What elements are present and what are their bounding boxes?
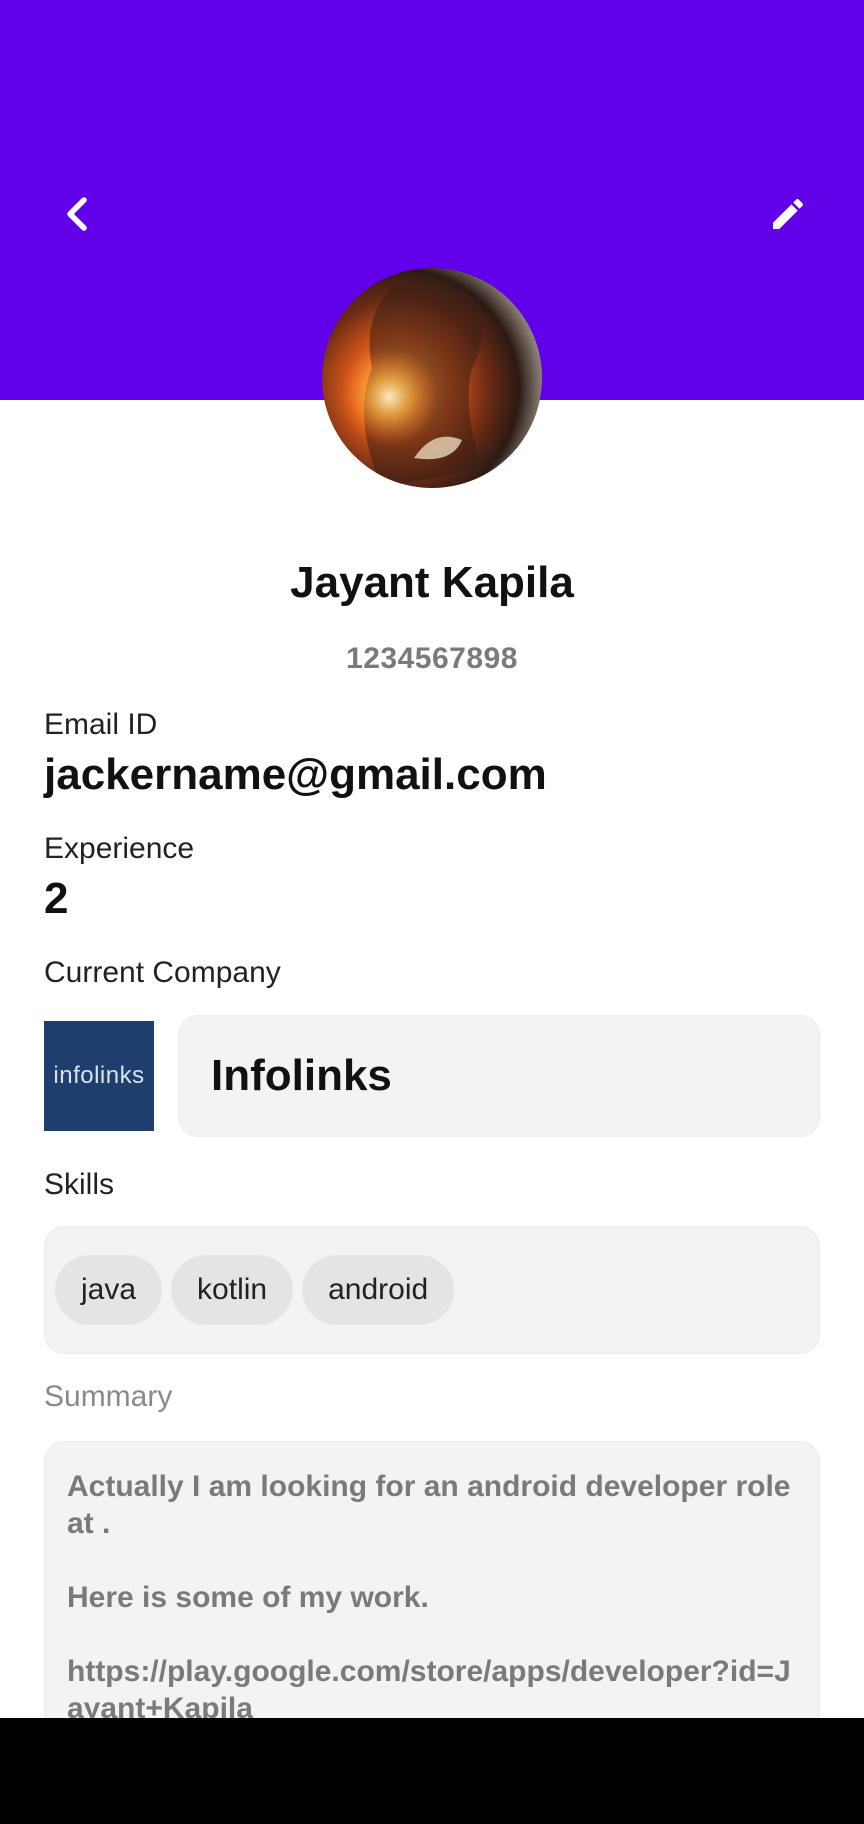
experience-value: 2	[44, 874, 69, 923]
back-button[interactable]	[52, 188, 104, 240]
profile-phone: 1234567898	[346, 642, 518, 675]
avatar-image	[336, 280, 482, 488]
experience-label: Experience	[44, 832, 195, 865]
email-value: jackername@gmail.com	[44, 750, 547, 799]
skill-chip-label: kotlin	[197, 1273, 268, 1306]
skills-container: java kotlin android	[44, 1226, 820, 1354]
company-name-field[interactable]: Infolinks	[178, 1015, 820, 1137]
summary-text: Actually I am looking for an android dev…	[67, 1470, 791, 1725]
skill-chip[interactable]: java	[55, 1255, 163, 1325]
current-company-label: Current Company	[44, 956, 281, 989]
pencil-icon	[773, 198, 804, 229]
company-name: Infolinks	[211, 1051, 392, 1100]
profile-name: Jayant Kapila	[290, 558, 574, 607]
profile-screen: Jayant Kapila 1234567898 Email ID jacker…	[0, 0, 864, 1824]
system-navigation-bar	[0, 1718, 864, 1824]
skill-chip-label: android	[328, 1273, 429, 1306]
skill-chip[interactable]: kotlin	[171, 1255, 294, 1325]
skill-chip[interactable]: android	[302, 1255, 455, 1325]
skills-label: Skills	[44, 1168, 115, 1201]
company-logo: infolinks	[44, 1021, 154, 1131]
summary-label: Summary	[44, 1380, 173, 1413]
company-logo-text: infolinks	[53, 1062, 145, 1089]
profile-avatar[interactable]	[322, 268, 542, 488]
chevron-left-icon	[67, 197, 87, 231]
skill-chip-label: java	[81, 1273, 137, 1306]
email-label: Email ID	[44, 708, 158, 741]
edit-button[interactable]	[760, 188, 816, 240]
